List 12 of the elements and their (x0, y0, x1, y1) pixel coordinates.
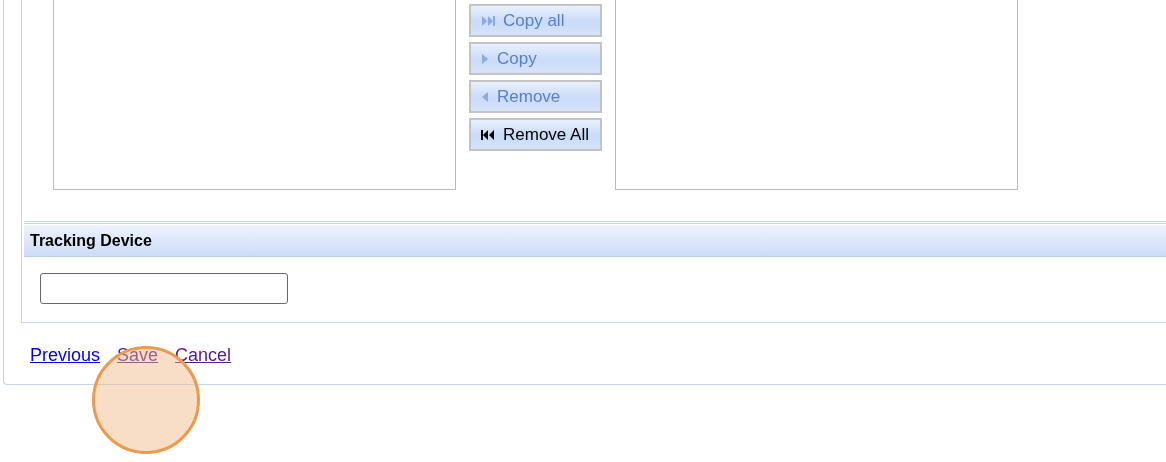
list-box[interactable] (53, 0, 456, 190)
list-box[interactable] (615, 0, 1018, 190)
fast-forward-icon (481, 14, 495, 27)
rewind-icon (481, 128, 495, 141)
nav-link[interactable]: Previous (30, 345, 101, 366)
right-triangle-icon (481, 52, 489, 65)
nav-link[interactable]: Cancel (175, 345, 232, 366)
transfer-button[interactable]: Remove All (469, 118, 602, 151)
section-title: Tracking Device (30, 231, 152, 250)
left-triangle-icon (481, 90, 489, 103)
input-field[interactable] (40, 273, 288, 304)
nav-link[interactable]: Save (117, 345, 159, 366)
